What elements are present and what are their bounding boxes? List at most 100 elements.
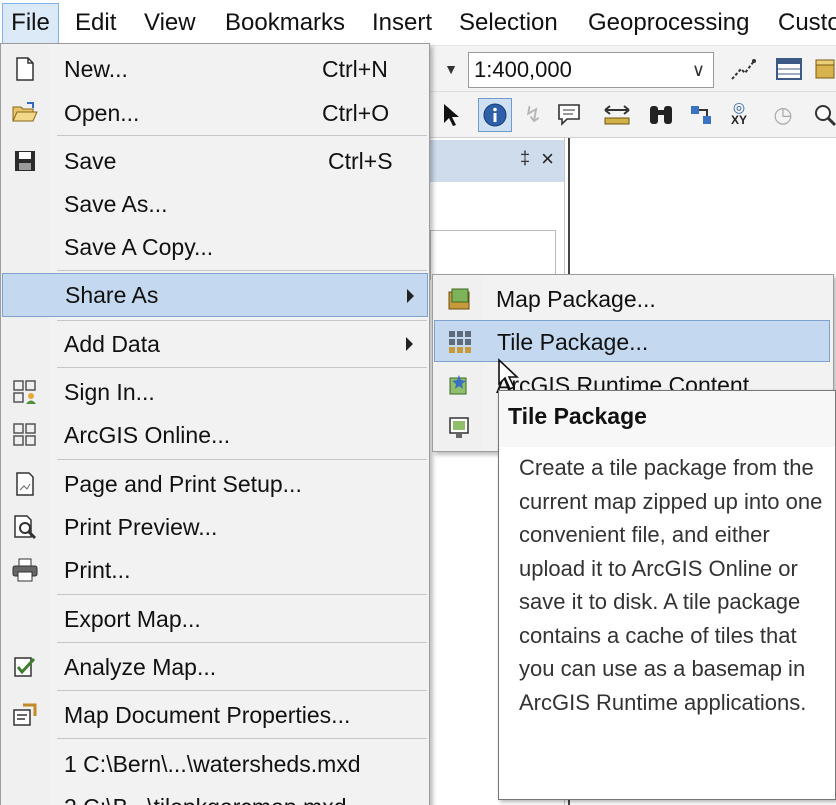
document-properties-icon: [11, 701, 39, 729]
toc-layer-list: [430, 230, 556, 280]
save-icon: [11, 147, 39, 175]
menu-item-save-as[interactable]: Save As...: [2, 182, 428, 226]
printer-icon: [11, 556, 39, 584]
submenu-item-label: Map Package...: [496, 286, 656, 312]
submenu-arrow-icon: [406, 337, 413, 351]
menu-item-label: Sign In...: [64, 379, 155, 405]
measure-line-icon[interactable]: [728, 54, 758, 84]
tile-package-tooltip: Tile Package Create a tile package from …: [498, 390, 836, 800]
menu-item-label: 1 C:\Bern\...\watersheds.mxd: [64, 751, 361, 777]
menu-separator: [57, 135, 427, 136]
menu-separator: [57, 738, 427, 739]
dropdown-arrow-icon[interactable]: ▼: [436, 54, 466, 84]
menu-item-label: Add Data: [64, 331, 160, 357]
submenu-item-map-package[interactable]: Map Package...: [434, 278, 830, 320]
menu-item-new[interactable]: New... Ctrl+N: [2, 47, 428, 91]
menu-item-label: Save As...: [64, 191, 168, 217]
new-document-icon: [11, 55, 39, 83]
identify-icon[interactable]: [478, 98, 512, 132]
menu-file[interactable]: File: [2, 3, 59, 44]
menu-separator: [57, 642, 427, 643]
submenu-item-label: Tile Package...: [497, 329, 649, 355]
menu-bar: File Edit View Bookmarks Insert Selectio…: [0, 0, 836, 46]
print-preview-icon: [11, 513, 39, 541]
menu-item-page-print-setup[interactable]: Page and Print Setup...: [2, 462, 428, 506]
menu-item-open[interactable]: Open... Ctrl+O: [2, 91, 428, 135]
menu-item-share-as[interactable]: Share As: [2, 273, 428, 317]
submenu-arrow-icon: [407, 289, 414, 303]
table-icon[interactable]: [774, 54, 804, 84]
menu-item-label: 2 C:\B...\tilepkgarcmap.mxd: [64, 785, 347, 805]
menu-item-label: Map Document Properties...: [64, 702, 351, 728]
menu-customize[interactable]: Custo: [778, 6, 836, 40]
html-popup-icon[interactable]: [554, 100, 584, 130]
menu-item-arcgis-online[interactable]: ArcGIS Online...: [2, 413, 428, 457]
time-slider-icon[interactable]: ◷: [768, 100, 798, 130]
mouse-pointer-icon: [498, 358, 519, 391]
map-scale-combo[interactable]: 1:400,000 ∨: [468, 52, 714, 88]
menu-item-shortcut: Ctrl+S: [328, 148, 393, 174]
map-scale-value: 1:400,000: [474, 57, 572, 82]
menu-item-map-document-properties[interactable]: Map Document Properties...: [2, 693, 428, 737]
menu-bookmarks[interactable]: Bookmarks: [225, 6, 345, 40]
toc-title-bar: ‡ ×: [430, 140, 564, 182]
service-icon: [446, 415, 472, 441]
menu-item-sign-in[interactable]: Sign In...: [2, 370, 428, 414]
pin-icon[interactable]: ‡: [520, 148, 530, 169]
menu-geoprocessing[interactable]: Geoprocessing: [588, 6, 749, 40]
map-package-icon: [446, 286, 472, 312]
menu-item-label: New...: [64, 56, 128, 82]
menu-item-save[interactable]: Save Ctrl+S: [2, 139, 428, 183]
find-icon[interactable]: [646, 100, 676, 130]
menu-item-export-map[interactable]: Export Map...: [2, 597, 428, 641]
menu-insert[interactable]: Insert: [372, 6, 432, 40]
menu-selection[interactable]: Selection: [459, 6, 558, 40]
menu-item-label: Analyze Map...: [64, 654, 217, 680]
analyze-map-icon: [11, 653, 39, 681]
menu-separator: [57, 367, 427, 368]
tooltip-description: Create a tile package from the current m…: [519, 455, 823, 715]
menu-separator: [57, 690, 427, 691]
menu-separator: [57, 320, 427, 321]
tooltip-header: Tile Package: [499, 391, 835, 447]
menu-separator: [57, 594, 427, 595]
menu-item-label: Print...: [64, 557, 131, 583]
zoom-icon[interactable]: [810, 100, 836, 130]
menu-view[interactable]: View: [144, 6, 196, 40]
measure-icon[interactable]: [602, 100, 632, 130]
sign-in-icon: [11, 378, 39, 406]
lightning-icon[interactable]: ↯: [518, 100, 548, 130]
menu-item-label: Save A Copy...: [64, 234, 214, 260]
menu-item-label: Open...: [64, 100, 140, 126]
menu-item-recent-file-1[interactable]: 1 C:\Bern\...\watersheds.mxd: [2, 742, 428, 786]
menu-item-print-preview[interactable]: Print Preview...: [2, 505, 428, 549]
tile-package-icon: [447, 329, 473, 355]
menu-item-analyze-map[interactable]: Analyze Map...: [2, 645, 428, 689]
menu-item-shortcut: Ctrl+N: [322, 56, 388, 82]
menu-edit[interactable]: Edit: [75, 6, 116, 40]
menu-separator: [57, 270, 427, 271]
open-folder-icon: [11, 99, 39, 127]
page-setup-icon: [11, 470, 39, 498]
close-icon[interactable]: ×: [541, 146, 554, 172]
menu-item-label: Export Map...: [64, 606, 201, 632]
tooltip-title: Tile Package: [508, 403, 647, 429]
menu-item-label: ArcGIS Online...: [64, 422, 231, 448]
select-arrow-icon[interactable]: [436, 100, 466, 130]
go-to-xy-icon[interactable]: ◎ XY: [724, 98, 754, 128]
menu-item-recent-file-2[interactable]: 2 C:\B...\tilepkgarcmap.mxd: [2, 785, 428, 805]
menu-item-label: Save: [64, 148, 117, 174]
menu-item-add-data[interactable]: Add Data: [2, 322, 428, 366]
menu-item-label: Page and Print Setup...: [64, 471, 302, 497]
menu-item-shortcut: Ctrl+O: [322, 100, 390, 126]
submenu-item-tile-package[interactable]: Tile Package...: [434, 320, 830, 362]
file-menu: New... Ctrl+N Open... Ctrl+O Save Ctrl+S…: [0, 43, 430, 805]
arcgis-online-icon: [11, 421, 39, 449]
package-icon[interactable]: [810, 54, 836, 84]
chevron-down-icon[interactable]: ∨: [692, 53, 705, 87]
menu-item-save-a-copy[interactable]: Save A Copy...: [2, 225, 428, 269]
menu-item-print[interactable]: Print...: [2, 548, 428, 592]
menu-item-label: Share As: [65, 282, 159, 308]
route-icon[interactable]: [686, 100, 716, 130]
menu-item-label: Print Preview...: [64, 514, 218, 540]
